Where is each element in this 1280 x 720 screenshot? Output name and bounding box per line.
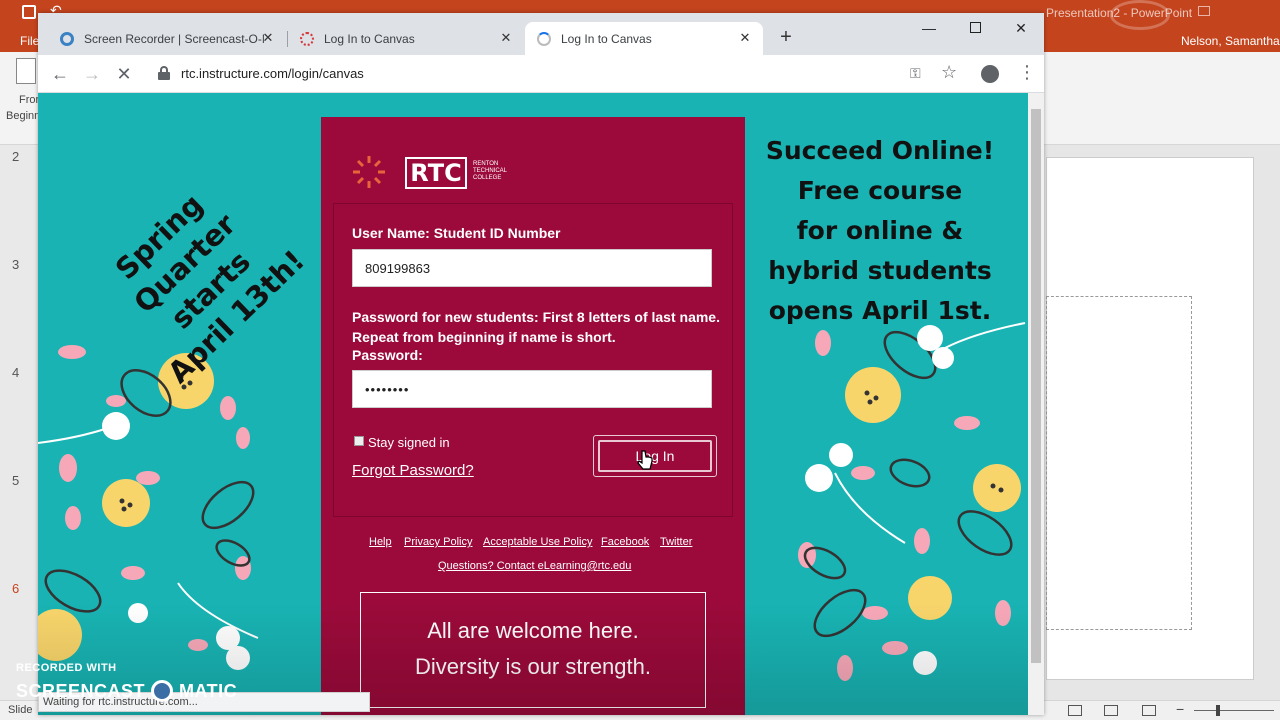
screencast-logo-icon: [151, 680, 174, 702]
username-input[interactable]: 809199863: [352, 249, 712, 287]
welcome-line: All are welcome here.: [427, 618, 639, 643]
screencast-icon: [60, 31, 74, 46]
brand-left: SCREENCAST: [16, 680, 146, 701]
logo-subtext-line: TECHNICAL: [473, 168, 508, 174]
new-tab-button[interactable]: +: [776, 27, 796, 47]
stay-signed-in-checkbox[interactable]: [354, 436, 364, 446]
close-tab-icon[interactable]: ✕: [260, 30, 276, 46]
slide-number[interactable]: 6: [12, 581, 19, 596]
tab-strip: Screen Recorder | Screencast-O-Matic ✕ L…: [38, 13, 1044, 55]
scrollbar-thumb[interactable]: [1031, 109, 1041, 663]
promo-line: hybrid students: [768, 256, 992, 285]
loading-spinner-icon: [537, 31, 551, 46]
orange-decoration-icon: [1110, 0, 1170, 30]
stop-loading-icon[interactable]: ✕: [113, 63, 135, 85]
slide-thumbnail-panel: 2 3 4 5 6: [0, 145, 38, 700]
slide-number[interactable]: 2: [12, 149, 19, 164]
slide-number[interactable]: 4: [12, 365, 19, 380]
reading-view-icon[interactable]: [1142, 705, 1156, 716]
page-viewport: Spring Quarter starts April 13th! Succee…: [38, 93, 1028, 715]
bookmark-star-icon[interactable]: ☆: [941, 62, 957, 83]
key-icon[interactable]: ⚿: [910, 65, 921, 82]
slide-number[interactable]: 5: [12, 473, 19, 488]
welcome-message: All are welcome here. Diversity is our s…: [360, 592, 706, 708]
contact-link[interactable]: Questions? Contact eLearning@rtc.edu: [438, 560, 631, 572]
slide-number[interactable]: 3: [12, 257, 19, 272]
facebook-link[interactable]: Facebook: [601, 536, 649, 548]
twitter-link[interactable]: Twitter: [660, 536, 692, 548]
maximize-icon[interactable]: [960, 17, 990, 39]
recorded-with-label: RECORDED WITH: [16, 662, 117, 674]
menu-icon[interactable]: ⋮: [1018, 62, 1036, 83]
normal-view-icon[interactable]: [1068, 705, 1082, 716]
file-tab[interactable]: File: [20, 34, 39, 48]
canvas-icon: [300, 31, 314, 46]
minimize-icon[interactable]: —: [914, 17, 944, 39]
mouse-cursor-icon: [637, 450, 653, 470]
tab-canvas-login[interactable]: Log In to Canvas ✕: [288, 22, 524, 55]
restore-icon[interactable]: [1198, 6, 1210, 16]
browser-toolbar: ← → ✕ rtc.instructure.com/login/canvas ⚿…: [38, 55, 1044, 93]
promo-line: Succeed Online!: [765, 136, 995, 165]
promo-line: Free course: [797, 176, 963, 205]
forgot-password-link[interactable]: Forgot Password?: [352, 462, 474, 479]
tab-title: Log In to Canvas: [324, 31, 415, 46]
brand-right: MATIC: [179, 680, 238, 701]
tab-title: Log In to Canvas: [561, 31, 652, 46]
promo-succeed-online: Succeed Online! Free course for online &…: [750, 131, 1010, 331]
forward-icon[interactable]: →: [81, 63, 103, 85]
username-label: User Name: Student ID Number: [352, 225, 561, 241]
acceptable-use-policy-link[interactable]: Acceptable Use Policy: [483, 536, 592, 548]
lock-icon[interactable]: [158, 66, 170, 80]
close-tab-icon[interactable]: ✕: [498, 30, 514, 46]
password-label: Password:: [352, 347, 423, 363]
login-button[interactable]: Log In: [598, 440, 712, 472]
zoom-slider[interactable]: [1194, 710, 1274, 711]
from-beginning-icon[interactable]: [16, 58, 36, 84]
tab-title: Screen Recorder | Screencast-O-Matic: [84, 31, 264, 46]
close-window-icon[interactable]: ✕: [1006, 17, 1036, 39]
privacy-policy-link[interactable]: Privacy Policy: [404, 536, 472, 548]
rtc-logo-emblem-icon: [353, 156, 385, 188]
tab-canvas-login-active[interactable]: Log In to Canvas ✕: [525, 22, 763, 55]
logo-subtext-line: COLLEGE: [473, 175, 502, 181]
user-name[interactable]: Nelson, Samantha: [1181, 34, 1280, 48]
login-panel: RTC RENTON TECHNICAL COLLEGE User Name: …: [321, 117, 745, 715]
status-slide-label: Slide: [8, 704, 33, 716]
promo-line: for online &: [796, 216, 964, 245]
zoom-out-icon[interactable]: −: [1176, 701, 1184, 717]
password-hint: Password for new students: First 8 lette…: [352, 309, 720, 345]
zoom-slider-thumb[interactable]: [1216, 705, 1220, 716]
login-button-frame[interactable]: Log In: [593, 435, 717, 477]
slide-placeholder[interactable]: [1046, 296, 1192, 630]
promo-line: opens April 1st.: [768, 296, 992, 325]
save-icon[interactable]: [22, 5, 36, 19]
logo-subtext-line: RENTON: [473, 161, 499, 167]
tab-screencast[interactable]: Screen Recorder | Screencast-O-Matic ✕: [48, 22, 286, 55]
slide-sorter-icon[interactable]: [1104, 705, 1118, 716]
back-icon[interactable]: ←: [49, 63, 71, 85]
address-bar[interactable]: rtc.instructure.com/login/canvas: [181, 66, 364, 81]
help-link[interactable]: Help: [369, 536, 392, 548]
profile-icon[interactable]: [981, 65, 999, 83]
password-input[interactable]: ••••••••: [352, 370, 712, 408]
rtc-logo-text: RTC: [405, 157, 467, 189]
browser-window: Screen Recorder | Screencast-O-Matic ✕ L…: [38, 13, 1044, 715]
welcome-line: Diversity is our strength.: [415, 654, 651, 679]
close-tab-icon[interactable]: ✕: [737, 30, 753, 46]
screencast-o-matic-logo: SCREENCAST MATIC: [16, 680, 237, 702]
rtc-logo-subtext: RENTON TECHNICAL COLLEGE: [473, 161, 507, 182]
stay-signed-in-label[interactable]: Stay signed in: [368, 435, 450, 450]
